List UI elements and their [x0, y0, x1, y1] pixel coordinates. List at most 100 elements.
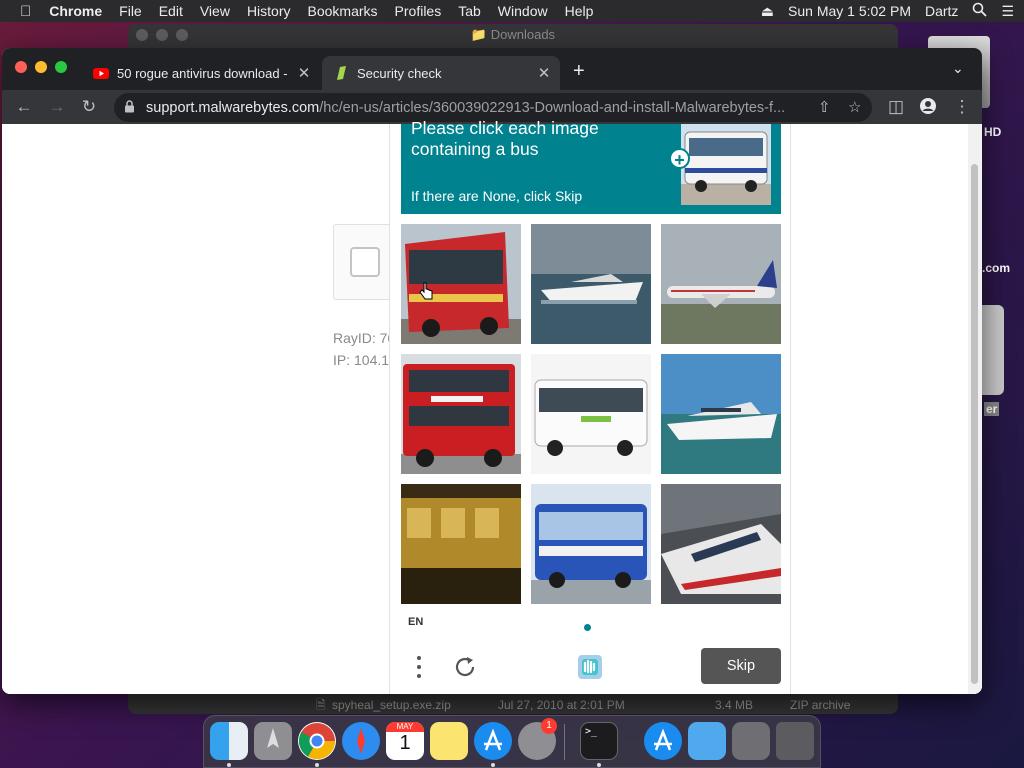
desktop-label-er: er	[984, 402, 1000, 416]
cloudflare-verify-box	[333, 224, 393, 300]
calendar-month: MAY	[386, 722, 424, 732]
blue-bus-image	[531, 484, 651, 604]
tab-security-check[interactable]: Security check ✕	[322, 56, 560, 90]
captcha-tile-3[interactable]	[661, 224, 781, 344]
captcha-prompt-subtext: If there are None, click Skip	[411, 188, 583, 204]
zip-file-icon: 🗎	[316, 698, 326, 712]
verify-checkbox[interactable]	[350, 247, 380, 277]
finder-title: 📁 Downloads	[128, 24, 898, 46]
captcha-menu-icon[interactable]	[414, 654, 424, 682]
running-indicator	[315, 763, 319, 767]
page-scrollbar[interactable]	[968, 124, 982, 694]
language-selector[interactable]: EN	[408, 616, 423, 628]
page-indicator-dot	[584, 624, 591, 631]
menu-bookmarks[interactable]: Bookmarks	[308, 3, 378, 19]
window-controls	[15, 61, 67, 73]
desktop-label-hd: HD	[984, 125, 1002, 139]
tab-search-chevron-icon[interactable]: ⌄	[952, 60, 964, 77]
white-coach-image	[531, 354, 651, 474]
zoom-window-button[interactable]	[55, 61, 67, 73]
url-path: /hc/en-us/articles/360039022913-Download…	[319, 99, 786, 116]
ip-address: IP: 104.19	[333, 352, 397, 368]
terminal-icon[interactable]: >_	[580, 722, 618, 760]
menubar-user[interactable]: Dartz	[925, 3, 958, 19]
back-arrow-icon[interactable]: ←	[14, 97, 34, 117]
close-tab-icon[interactable]: ✕	[294, 64, 314, 82]
menu-app-chrome[interactable]: Chrome	[49, 3, 102, 19]
downloads-folder-icon[interactable]	[688, 722, 726, 760]
chrome-icon[interactable]	[298, 722, 336, 760]
hcaptcha-logo-icon[interactable]	[574, 651, 606, 683]
page-content: RayID: 70 IP: 104.19 Please click each i…	[2, 118, 982, 694]
menu-bar:  Chrome File Edit View History Bookmark…	[0, 0, 1024, 22]
tab-title: 50 rogue antivirus download -	[117, 65, 288, 81]
captcha-tile-6[interactable]	[661, 354, 781, 474]
file-kind: ZIP archive	[790, 698, 851, 712]
tab-rogue-antivirus[interactable]: 50 rogue antivirus download - ✕	[82, 56, 320, 90]
menu-help[interactable]: Help	[565, 3, 594, 19]
app-store-folder-icon[interactable]	[644, 722, 682, 760]
close-window-button[interactable]	[15, 61, 27, 73]
finder-icon[interactable]	[210, 722, 248, 760]
spotlight-icon[interactable]	[972, 2, 988, 20]
launchpad-icon[interactable]	[254, 722, 292, 760]
apple-menu-icon[interactable]: 	[20, 3, 31, 20]
menu-profiles[interactable]: Profiles	[395, 3, 442, 19]
captcha-prompt-text: Please click each image containing a bus	[411, 118, 599, 159]
dock-separator	[564, 724, 565, 760]
share-icon[interactable]: ⇧	[818, 98, 831, 116]
lock-icon[interactable]	[124, 99, 136, 116]
profile-icon[interactable]	[918, 97, 938, 120]
captcha-tile-2[interactable]	[531, 224, 651, 344]
captcha-tile-9[interactable]	[661, 484, 781, 604]
running-indicator	[491, 763, 495, 767]
control-center-icon[interactable]: ☰	[1001, 3, 1014, 20]
folder-icon: 📁	[470, 27, 488, 42]
menu-tab[interactable]: Tab	[458, 3, 481, 19]
youtube-icon	[93, 65, 109, 81]
captcha-tile-8[interactable]	[531, 484, 651, 604]
side-panel-icon[interactable]: ◫	[886, 97, 906, 117]
calendar-day: 1	[399, 732, 411, 754]
speedboat-image	[531, 224, 651, 344]
tab-title: Security check	[357, 65, 442, 81]
finder-file-row[interactable]: 🗎 spyheal_setup.exe.zip Jul 27, 2010 at …	[128, 694, 898, 716]
file-size: 3.4 MB	[715, 698, 754, 712]
notes-icon[interactable]	[430, 722, 468, 760]
app-store-icon[interactable]	[474, 722, 512, 760]
terminal-prompt-glyph: >_	[585, 726, 598, 737]
new-tab-button[interactable]: +	[573, 60, 585, 83]
kebab-menu-icon[interactable]: ⋮	[952, 97, 972, 117]
desktop-label-com: .com	[982, 261, 1011, 275]
menu-window[interactable]: Window	[498, 3, 548, 19]
captcha-tile-5[interactable]	[531, 354, 651, 474]
trash-icon[interactable]	[776, 722, 814, 760]
url-domain: support.malwarebytes.com	[146, 99, 320, 116]
menu-file[interactable]: File	[119, 3, 142, 19]
hcaptcha-challenge: Please click each image containing a bus…	[389, 118, 791, 694]
example-expand-icon[interactable]: +	[669, 148, 690, 170]
running-indicator	[227, 763, 231, 767]
running-indicator	[597, 763, 601, 767]
close-tab-icon[interactable]: ✕	[534, 64, 554, 82]
captcha-tile-4[interactable]	[401, 354, 521, 474]
downloads-stack-icon[interactable]	[732, 722, 770, 760]
bookmark-star-icon[interactable]: ☆	[848, 98, 861, 116]
forward-arrow-icon[interactable]: →	[47, 97, 67, 117]
captcha-prompt-banner: Please click each image containing a bus…	[401, 118, 781, 214]
eject-icon[interactable]: ⏏	[761, 3, 774, 20]
skip-button[interactable]: Skip	[701, 648, 781, 684]
reload-icon[interactable]: ↻	[79, 97, 99, 117]
tab-strip: 50 rogue antivirus download - ✕ Security…	[2, 48, 982, 90]
scrollbar-thumb[interactable]	[971, 164, 978, 684]
notification-badge: 1	[541, 718, 557, 734]
refresh-challenge-icon[interactable]	[452, 654, 478, 680]
minimize-window-button[interactable]	[35, 61, 47, 73]
menu-view[interactable]: View	[200, 3, 230, 19]
calendar-icon[interactable]: MAY 1	[386, 722, 424, 760]
menu-edit[interactable]: Edit	[159, 3, 183, 19]
menu-history[interactable]: History	[247, 3, 291, 19]
safari-compass-icon[interactable]	[342, 722, 380, 760]
captcha-tile-7[interactable]	[401, 484, 521, 604]
menubar-clock[interactable]: Sun May 1 5:02 PM	[788, 3, 911, 19]
